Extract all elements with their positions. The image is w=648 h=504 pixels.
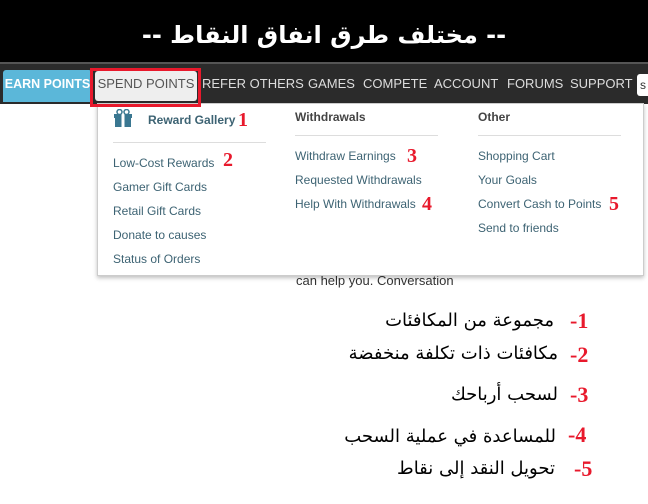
nav-games[interactable]: GAMES: [308, 76, 355, 91]
retail-gift-cards-link[interactable]: Retail Gift Cards: [113, 204, 201, 218]
legend-number: -1: [570, 308, 589, 333]
send-to-friends-link[interactable]: Send to friends: [478, 221, 559, 235]
divider: [478, 135, 621, 136]
divider: [113, 142, 266, 143]
divider: [295, 135, 438, 136]
legend-text: مكافئات ذات تكلفة منخفضة: [348, 343, 558, 364]
legend-text: للمساعدة في عملية السحب: [344, 426, 556, 447]
reward-gallery-link[interactable]: Reward Gallery: [148, 113, 235, 127]
legend-number: -4: [568, 422, 587, 447]
marker-2: 2: [223, 149, 233, 171]
other-header: Other: [478, 110, 511, 124]
legend-number: -2: [570, 342, 589, 367]
legend-text: تحويل النقد إلى نقاط: [397, 458, 555, 479]
main-nav: EARN POINTS SPEND POINTS REFER OTHERS GA…: [0, 62, 648, 107]
donate-to-causes-link[interactable]: Donate to causes: [113, 228, 206, 242]
status-of-orders-link[interactable]: Status of Orders: [113, 252, 200, 266]
spend-points-dropdown: Reward Gallery 1 Low-Cost Rewards 2 Game…: [97, 103, 644, 276]
convert-cash-to-points-link[interactable]: Convert Cash to Points: [478, 197, 601, 211]
nav-earn-points[interactable]: EARN POINTS: [3, 70, 92, 102]
search-input[interactable]: s: [637, 74, 648, 96]
low-cost-rewards-link[interactable]: Low-Cost Rewards: [113, 156, 214, 170]
legend-text: مجموعة من المكافئات: [385, 310, 554, 331]
nav-support[interactable]: SUPPORT: [570, 76, 633, 91]
nav-account[interactable]: ACCOUNT: [434, 76, 498, 91]
help-with-withdrawals-link[interactable]: Help With Withdrawals: [295, 197, 416, 211]
marker-1: 1: [238, 109, 248, 131]
legend-number: -5: [574, 456, 593, 481]
shopping-cart-link[interactable]: Shopping Cart: [478, 149, 555, 163]
legend-number: -3: [570, 382, 589, 407]
marker-3: 3: [407, 145, 417, 167]
gift-icon: [113, 108, 133, 127]
gamer-gift-cards-link[interactable]: Gamer Gift Cards: [113, 180, 207, 194]
page-title: -- مختلف طرق انفاق النقاط --: [0, 0, 648, 62]
withdrawals-header: Withdrawals: [295, 110, 366, 124]
legend-text: لسحب أرباحك: [450, 384, 558, 405]
marker-5: 5: [609, 193, 619, 215]
highlight-box: [90, 68, 201, 107]
withdraw-earnings-link[interactable]: Withdraw Earnings: [295, 149, 396, 163]
your-goals-link[interactable]: Your Goals: [478, 173, 537, 187]
nav-forums[interactable]: FORUMS: [507, 76, 563, 91]
nav-compete[interactable]: COMPETE: [363, 76, 427, 91]
marker-4: 4: [422, 193, 432, 215]
requested-withdrawals-link[interactable]: Requested Withdrawals: [295, 173, 422, 187]
nav-refer-others[interactable]: REFER OTHERS: [202, 76, 304, 91]
